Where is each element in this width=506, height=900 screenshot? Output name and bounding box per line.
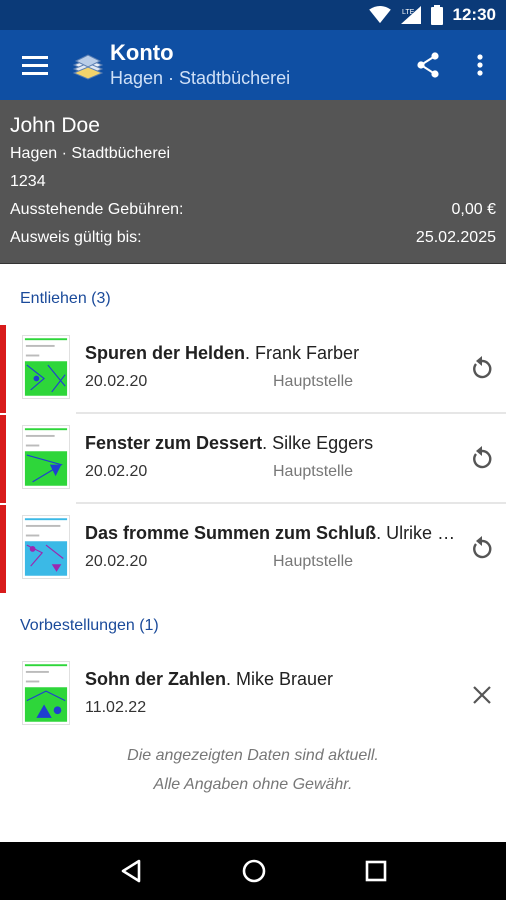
overdue-marker <box>0 415 6 503</box>
book-author: . Mike Brauer <box>226 669 334 689</box>
validity-value: 25.02.2025 <box>415 229 496 246</box>
book-author: . Silke Eggers <box>262 433 374 453</box>
cellular-signal-icon: LTE <box>400 6 421 24</box>
list-item[interactable]: Spuren der Helden. Frank Farber 20.02.20… <box>0 325 506 413</box>
overdue-marker <box>0 505 6 593</box>
validity-label: Ausweis gültig bis: <box>10 229 142 246</box>
clock: 12:30 <box>452 5 496 24</box>
share-icon <box>417 52 439 78</box>
due-date: 20.02.20 <box>85 553 148 570</box>
list-item[interactable]: Sohn der Zahlen. Mike Brauer 11.02.22 <box>0 651 506 739</box>
home-icon[interactable] <box>241 858 267 884</box>
fees-label: Ausstehende Gebühren: <box>10 201 184 218</box>
list-item[interactable]: Das fromme Summen zum Schluß. Ulrike Mül… <box>0 505 506 593</box>
status-bar: LTE 12:30 <box>0 0 506 30</box>
branch-name: Hauptstelle <box>273 553 354 570</box>
reservation-date: 11.02.22 <box>85 699 147 716</box>
book-author: . Frank Farber <box>245 343 360 363</box>
book-title: Sohn der Zahlen <box>85 669 227 689</box>
account-name: John Doe <box>10 114 100 137</box>
renew-button[interactable] <box>466 353 498 385</box>
validity-row: Ausweis gültig bis: 25.02.2025 <box>10 224 496 252</box>
svg-text:LTE: LTE <box>402 9 415 16</box>
book-title: Das fromme Summen zum Schluß <box>85 523 377 543</box>
renew-icon <box>473 536 492 559</box>
due-date: 20.02.20 <box>85 463 148 480</box>
section-header-lent: Entliehen (3) <box>20 290 111 307</box>
due-date: 20.02.20 <box>85 373 148 390</box>
divider <box>76 412 506 414</box>
book-title-line: Das fromme Summen zum Schluß. Ulrike Mül… <box>85 523 460 544</box>
more-vertical-icon <box>477 54 483 76</box>
branch-name: Hauptstelle <box>273 463 354 480</box>
close-icon <box>473 686 491 704</box>
fees-row: Ausstehende Gebühren: 0,00 € <box>10 196 496 224</box>
book-author: . Ulrike Müller <box>376 523 460 543</box>
page-title: Konto <box>110 40 174 65</box>
branch-name: Hauptstelle <box>273 373 354 390</box>
footer-note-line1: Die angezeigten Daten sind aktuell. <box>127 747 379 764</box>
renew-button[interactable] <box>466 443 498 475</box>
renew-icon <box>473 446 492 469</box>
library-books-icon <box>72 54 104 80</box>
book-title: Fenster zum Dessert <box>85 433 263 453</box>
footer-note-line2: Alle Angaben ohne Gewähr. <box>153 776 353 793</box>
fees-value: 0,00 € <box>451 201 496 218</box>
system-navigation-bar <box>0 842 506 900</box>
renew-icon <box>473 356 492 379</box>
hamburger-menu-icon <box>22 56 48 75</box>
page-subtitle: Hagen · Stadtbücherei <box>110 68 291 88</box>
book-cover <box>22 425 70 489</box>
account-library: Hagen · Stadtbücherei <box>10 145 171 162</box>
divider <box>76 502 506 504</box>
back-icon[interactable] <box>119 858 143 884</box>
recents-icon[interactable] <box>365 860 387 882</box>
book-title-line: Fenster zum Dessert. Silke Eggers <box>85 433 460 454</box>
overflow-menu-button[interactable] <box>454 30 506 100</box>
list-item[interactable]: Fenster zum Dessert. Silke Eggers 20.02.… <box>0 415 506 503</box>
account-summary: John Doe Hagen · Stadtbücherei 1234 Auss… <box>0 100 506 264</box>
book-cover <box>22 335 70 399</box>
app-bar: Konto Hagen · Stadtbücherei <box>0 30 506 100</box>
book-cover <box>22 515 70 579</box>
wifi-icon <box>368 6 391 24</box>
book-title-line: Spuren der Helden. Frank Farber <box>85 343 460 364</box>
cancel-reservation-button[interactable] <box>466 679 498 711</box>
overdue-marker <box>0 325 6 413</box>
section-header-reservations: Vorbestellungen (1) <box>20 617 159 634</box>
renew-button[interactable] <box>466 533 498 565</box>
book-title-line: Sohn der Zahlen. Mike Brauer <box>85 669 460 690</box>
book-title: Spuren der Helden <box>85 343 246 363</box>
menu-button[interactable] <box>0 30 70 100</box>
battery-icon <box>430 5 443 25</box>
card-number: 1234 <box>10 173 46 190</box>
book-cover <box>22 661 70 725</box>
share-button[interactable] <box>402 30 454 100</box>
